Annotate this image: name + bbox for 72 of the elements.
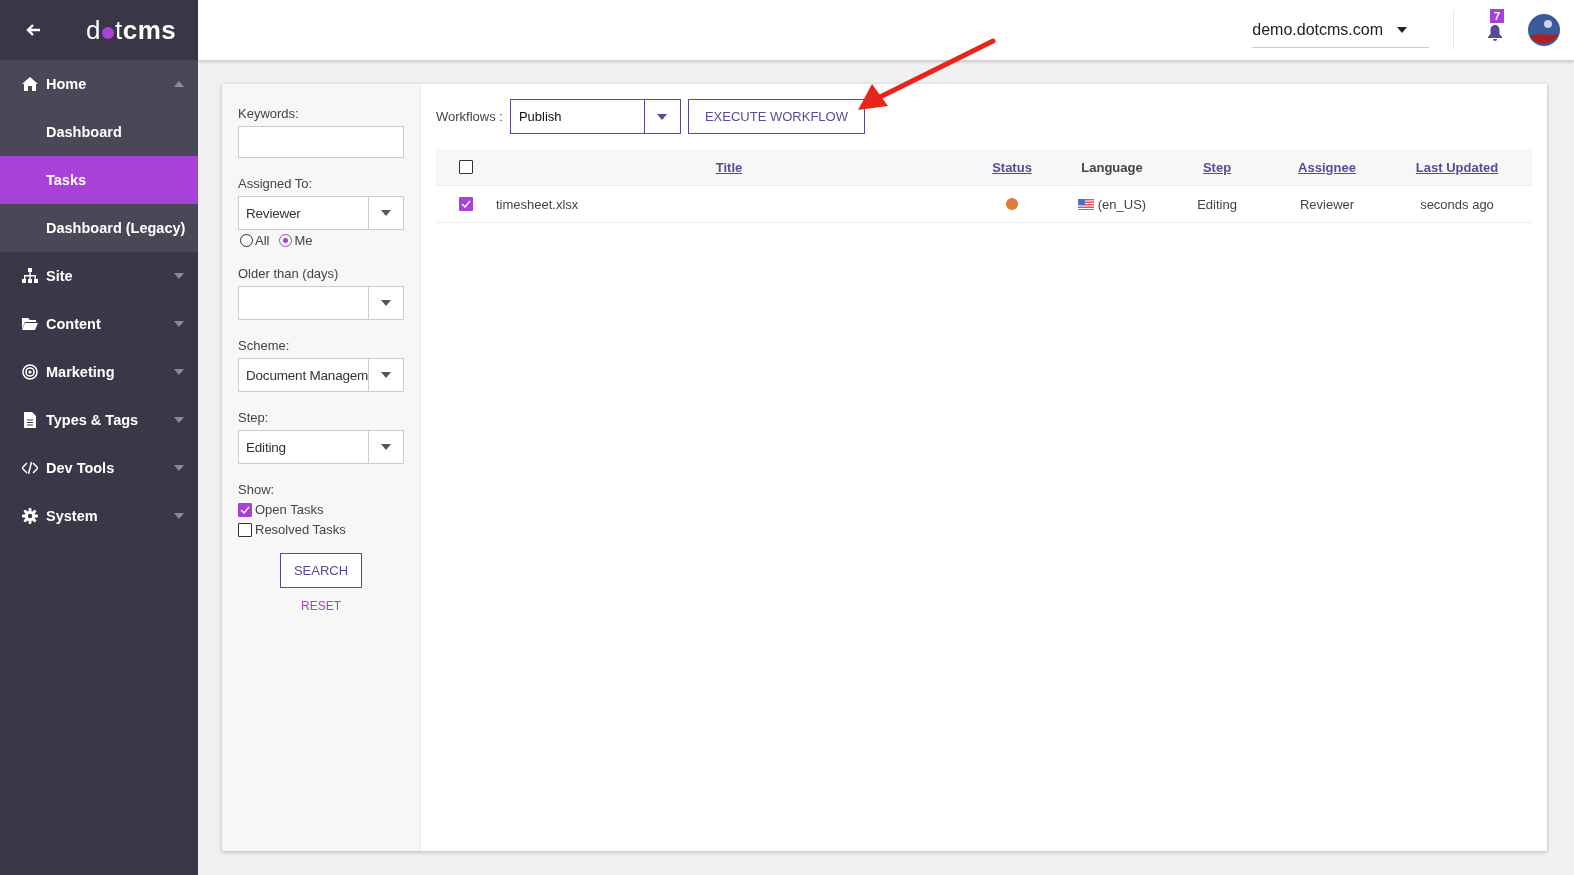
scheme-select[interactable]: Document Managem	[238, 358, 404, 392]
caret-icon	[174, 273, 184, 279]
checkbox[interactable]	[238, 522, 252, 537]
step-select[interactable]: Editing	[238, 430, 404, 464]
table-cell: timesheet.xlsx	[496, 196, 579, 212]
workflow-field[interactable]: Publish	[510, 100, 644, 133]
field-label: Step:	[238, 410, 270, 425]
bell-icon	[1488, 25, 1502, 41]
folder-icon	[22, 316, 38, 332]
gear-icon	[22, 508, 38, 524]
site-selector[interactable]: demo.dotcms.com	[1252, 12, 1429, 48]
back-arrow-icon[interactable]	[26, 24, 40, 36]
caret-icon	[174, 465, 184, 471]
column-header[interactable]: Last Updated	[1415, 159, 1499, 175]
nav-item[interactable]: Types & Tags	[0, 396, 198, 444]
nav-subitem[interactable]: Tasks	[0, 156, 198, 204]
row-checkbox[interactable]	[459, 197, 473, 211]
logo: d tcms	[86, 14, 177, 46]
nav-subitem[interactable]: Dashboard	[0, 108, 198, 156]
caret-icon	[174, 81, 184, 87]
checkbox-label: Resolved Tasks	[255, 522, 346, 537]
caret-icon	[381, 372, 392, 378]
document-icon	[22, 412, 38, 428]
home-icon	[22, 76, 38, 92]
table-cell: Reviewer	[1299, 196, 1355, 212]
sitemap-icon	[22, 268, 38, 284]
radio-option[interactable]: Me	[279, 233, 313, 248]
caret-icon	[174, 417, 184, 423]
caret-icon	[174, 369, 184, 375]
caret-icon	[381, 300, 391, 306]
nav-item[interactable]: Site	[0, 252, 198, 300]
code-icon	[22, 460, 38, 476]
nav-item[interactable]: Home	[0, 60, 198, 108]
column-header[interactable]: Status	[992, 159, 1032, 175]
table-cell: seconds ago	[1420, 196, 1494, 212]
target-icon	[22, 364, 38, 380]
caret-icon	[381, 444, 391, 450]
select-all-checkbox[interactable]	[459, 160, 473, 174]
radio-option[interactable]: All	[240, 233, 270, 248]
flag-icon	[1077, 198, 1094, 210]
caret-icon	[174, 321, 184, 327]
table-cell: Editing	[1197, 196, 1237, 212]
nav-item[interactable]: Marketing	[0, 348, 198, 396]
execute-workflow-button[interactable]: EXECUTE WORKFLOW	[687, 99, 865, 134]
field-label: Older than (days)	[238, 266, 340, 281]
workflow-select[interactable]: Publish	[509, 99, 681, 134]
caret-icon	[381, 210, 391, 216]
keywords-field[interactable]	[238, 126, 404, 158]
field-label: Keywords:	[238, 106, 300, 121]
column-header[interactable]: Step	[1202, 159, 1232, 175]
nav-subitem[interactable]: Dashboard (Legacy)	[0, 204, 198, 252]
field-label: Show:	[238, 482, 276, 497]
caret-icon	[1397, 26, 1407, 33]
table-cell: (en_US)	[1097, 196, 1147, 212]
caret-icon	[174, 513, 184, 519]
reset-link[interactable]: RESET	[295, 598, 347, 614]
search-button[interactable]: SEARCH	[280, 553, 362, 588]
avatar[interactable]	[1528, 14, 1560, 46]
nav-item[interactable]: System	[0, 492, 198, 540]
nav-item[interactable]: Dev Tools	[0, 444, 198, 492]
column-header[interactable]: Assignee	[1298, 159, 1356, 175]
workflows-label: Workflows :	[436, 109, 503, 124]
notification-count: 7	[1490, 9, 1505, 23]
assigned-select[interactable]: Reviewer	[238, 196, 404, 230]
caret-icon	[657, 113, 668, 120]
column-header[interactable]: Title	[715, 159, 743, 175]
nav-item[interactable]: Content	[0, 300, 198, 348]
field-label: Scheme:	[238, 338, 291, 353]
field-label: Assigned To:	[238, 176, 314, 191]
column-header: Language	[1081, 159, 1143, 175]
checkbox-label: Open Tasks	[255, 502, 324, 517]
checkbox[interactable]	[238, 502, 252, 517]
